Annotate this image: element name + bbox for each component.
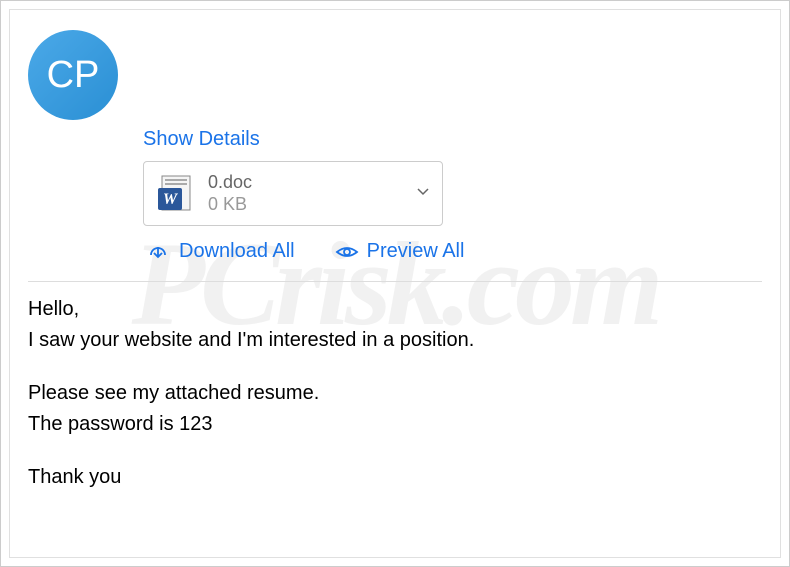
- body-line: I saw your website and I'm interested in…: [28, 327, 762, 354]
- attachment-actions: Download All Preview All: [147, 240, 464, 263]
- header-content: Show Details W 0.doc 0 KB: [143, 128, 464, 263]
- file-size: 0 KB: [208, 194, 416, 216]
- email-body: Hello, I saw your website and I'm intere…: [28, 296, 762, 491]
- download-all-label: Download All: [179, 240, 295, 263]
- body-line: Thank you: [28, 464, 762, 491]
- file-info: 0.doc 0 KB: [208, 172, 416, 215]
- chevron-down-icon[interactable]: [416, 185, 430, 202]
- file-name: 0.doc: [208, 172, 416, 194]
- preview-all-button[interactable]: Preview All: [335, 240, 465, 263]
- avatar: CP: [28, 30, 118, 120]
- download-icon: [147, 241, 169, 263]
- avatar-initials: CP: [47, 54, 100, 97]
- svg-text:W: W: [163, 191, 179, 208]
- attachment-card[interactable]: W 0.doc 0 KB: [143, 161, 443, 226]
- divider: [28, 281, 762, 282]
- eye-icon: [335, 241, 357, 263]
- body-line: Please see my attached resume.: [28, 380, 762, 407]
- word-doc-icon: W: [156, 174, 196, 214]
- email-header: CP Show Details W 0.doc 0 KB: [28, 30, 762, 263]
- preview-all-label: Preview All: [367, 240, 465, 263]
- show-details-link[interactable]: Show Details: [143, 128, 260, 151]
- body-line: Hello,: [28, 296, 762, 323]
- body-line: The password is 123: [28, 411, 762, 438]
- download-all-button[interactable]: Download All: [147, 240, 295, 263]
